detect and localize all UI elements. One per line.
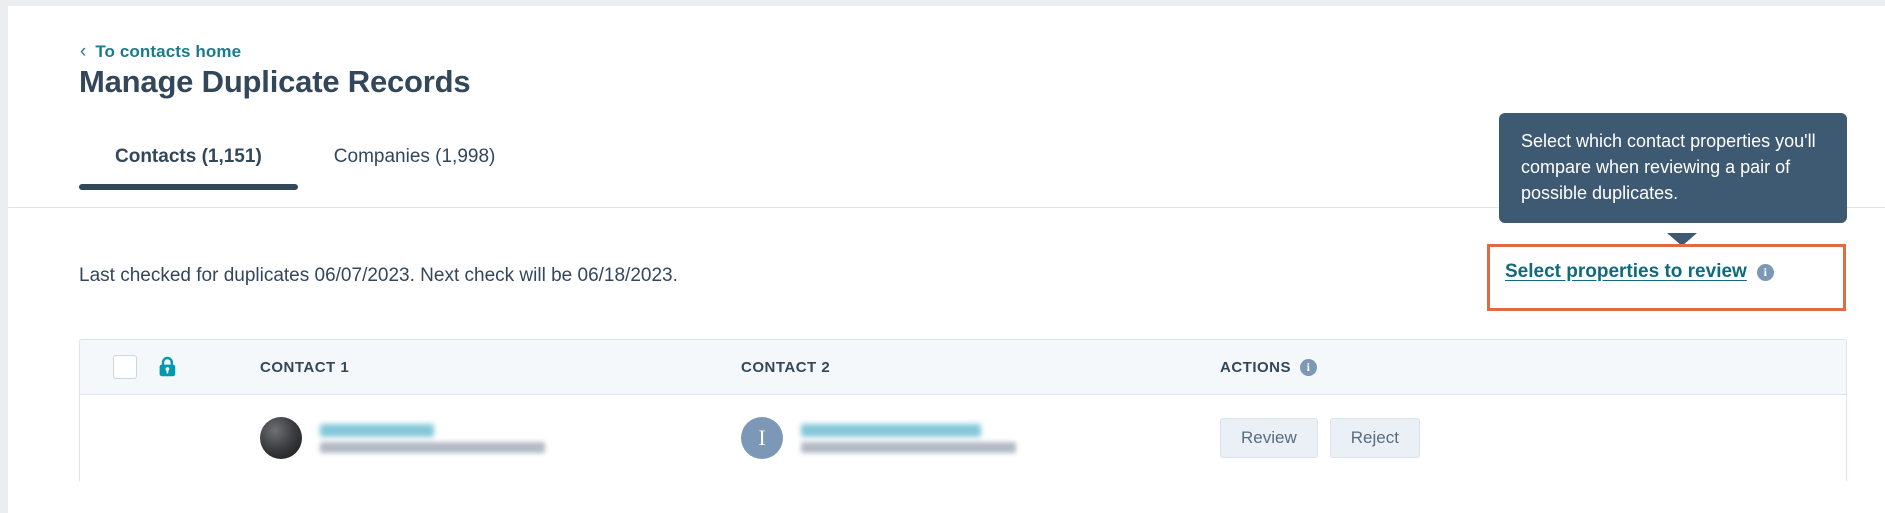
row-contact-1-cell: [redacted] [redacted]: [260, 417, 741, 459]
duplicates-table: CONTACT 1 CONTACT 2 ACTIONS i [redacted]: [79, 339, 1847, 481]
info-icon[interactable]: i: [1300, 358, 1317, 376]
tab-companies-label: Companies (1,998): [333, 146, 496, 167]
tooltip: Select which contact properties you'll c…: [1499, 113, 1847, 224]
table-row: [redacted] [redacted] I [redacted]: [80, 395, 1846, 481]
chevron-left-icon: ‹: [80, 40, 87, 62]
contact-1[interactable]: [redacted] [redacted]: [260, 417, 545, 459]
app-page: ‹ To contacts home Manage Duplicate Reco…: [8, 6, 1885, 513]
breadcrumb[interactable]: ‹ To contacts home: [80, 42, 241, 62]
header-contact-1: CONTACT 1: [260, 358, 350, 376]
select-properties-to-review-link[interactable]: Select properties to review i: [1505, 261, 1774, 283]
table-header-row: CONTACT 1 CONTACT 2 ACTIONS i: [80, 340, 1846, 395]
info-icon[interactable]: i: [1756, 263, 1774, 281]
review-button[interactable]: Review: [1220, 418, 1318, 458]
contact-2-name: [redacted]: [801, 423, 981, 437]
select-all-checkbox[interactable]: [113, 355, 137, 379]
contact-2-email: [redacted]: [801, 441, 1016, 453]
header-actions: ACTIONS i: [1220, 358, 1846, 376]
tab-contacts-label: Contacts (1,151): [115, 146, 262, 167]
header-actions-label: ACTIONS: [1220, 358, 1291, 376]
breadcrumb-label: To contacts home: [95, 42, 242, 61]
header-contact-2: CONTACT 2: [741, 358, 831, 376]
avatar: [260, 417, 302, 459]
contact-1-email: [redacted]: [320, 441, 545, 453]
page-title: Manage Duplicate Records: [79, 64, 471, 99]
row-actions-cell: Review Reject: [1220, 418, 1846, 458]
select-properties-label: Select properties to review: [1505, 261, 1747, 282]
last-checked-status: Last checked for duplicates 06/07/2023. …: [79, 265, 678, 286]
contact-2-text: [redacted] [redacted]: [801, 423, 1016, 453]
contact-1-text: [redacted] [redacted]: [320, 423, 545, 453]
contact-1-name: [redacted]: [320, 423, 434, 437]
row-actions: Review Reject: [1220, 418, 1420, 458]
tooltip-text: Select which contact properties you'll c…: [1521, 131, 1816, 204]
avatar: I: [741, 417, 783, 459]
tab-bar: Contacts (1,151) Companies (1,998): [79, 138, 531, 190]
tab-companies[interactable]: Companies (1,998): [298, 138, 532, 190]
reject-button[interactable]: Reject: [1329, 418, 1420, 458]
lock-icon[interactable]: [157, 356, 178, 378]
tab-contacts[interactable]: Contacts (1,151): [79, 138, 298, 190]
row-contact-2-cell: I [redacted] [redacted]: [741, 417, 1220, 459]
contact-2[interactable]: I [redacted] [redacted]: [741, 417, 1016, 459]
header-select-column: [80, 355, 260, 379]
